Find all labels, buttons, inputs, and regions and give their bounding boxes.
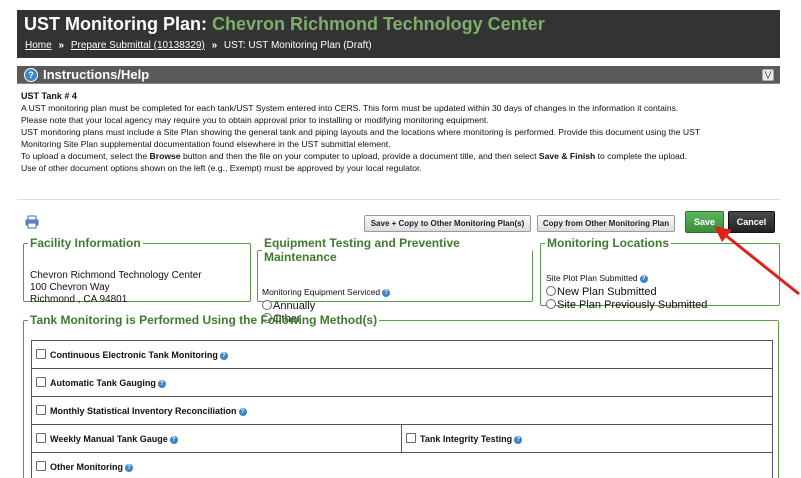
checkbox[interactable]: [36, 461, 46, 471]
method-cell[interactable]: Weekly Manual Tank Gauge?: [31, 424, 402, 453]
method-label: Weekly Manual Tank Gauge: [50, 434, 168, 444]
site-plot-plan-text: Site Plot Plan Submitted: [546, 273, 638, 283]
info-icon[interactable]: ?: [639, 274, 648, 283]
breadcrumb-current: UST: UST Monitoring Plan (Draft): [223, 40, 372, 51]
table-row: Other Monitoring?: [31, 452, 773, 478]
double-chevron-down-icon[interactable]: ⋁: [762, 69, 774, 81]
radio-label: Annually: [273, 300, 316, 312]
help-panel-header[interactable]: ? Instructions/Help ⋁: [17, 66, 780, 84]
help-text-line: Monitoring Site Plan supplemental docume…: [21, 139, 391, 149]
radio-label: Site Plan Previously Submitted: [557, 299, 708, 311]
radio-option-new-plan[interactable]: New Plan Submitted: [546, 286, 657, 298]
help-text-line: To upload a document, select the Browse …: [21, 150, 776, 162]
help-text-fragment: to complete the upload.: [595, 151, 687, 161]
info-icon[interactable]: ?: [382, 288, 391, 297]
help-text-line: UST monitoring plans must include a Site…: [21, 127, 701, 137]
breadcrumb: Home » Prepare Submittal (10138329) » US…: [25, 40, 372, 51]
info-icon[interactable]: ?: [125, 463, 133, 472]
info-icon[interactable]: ?: [157, 379, 166, 388]
table-row: Automatic Tank Gauging?: [31, 368, 773, 397]
checkbox[interactable]: [406, 433, 416, 443]
facility-title: Chevron Richmond Technology Center: [212, 14, 545, 34]
info-icon[interactable]: ?: [219, 351, 228, 360]
breadcrumb-home-link[interactable]: Home: [25, 40, 52, 51]
radio-option-previously-submitted[interactable]: Site Plan Previously Submitted: [546, 299, 707, 311]
method-label: Automatic Tank Gauging: [50, 378, 156, 388]
equipment-serviced-label: Monitoring Equipment Serviced?: [262, 287, 391, 298]
tank-label: UST Tank # 4: [21, 91, 77, 101]
monitoring-plan-form: Save + Copy to Other Monitoring Plan(s) …: [17, 199, 780, 478]
equipment-testing-section: Equipment Testing and Preventive Mainten…: [257, 236, 533, 325]
radio-option-annually[interactable]: Annually: [262, 300, 315, 312]
radio-button[interactable]: [262, 300, 272, 310]
equipment-serviced-text: Monitoring Equipment Serviced: [262, 287, 381, 297]
facility-info-legend: Facility Information: [30, 236, 141, 250]
method-label: Monthly Statistical Inventory Reconcilia…: [50, 406, 237, 416]
radio-button[interactable]: [546, 299, 556, 309]
printer-icon[interactable]: [25, 215, 39, 229]
method-label: Continuous Electronic Tank Monitoring: [50, 350, 218, 360]
help-panel-title: Instructions/Help: [43, 67, 150, 82]
method-cell[interactable]: Continuous Electronic Tank Monitoring?: [31, 340, 773, 369]
save-copy-button[interactable]: Save + Copy to Other Monitoring Plan(s): [364, 215, 531, 232]
method-label: Other Monitoring: [50, 462, 123, 472]
help-text-line: Use of other document options shown on t…: [21, 163, 422, 173]
info-icon[interactable]: ?: [238, 407, 247, 416]
tank-monitoring-methods-legend: Tank Monitoring is Performed Using the F…: [30, 313, 378, 327]
method-cell[interactable]: Other Monitoring?: [31, 452, 773, 478]
checkbox[interactable]: [36, 349, 46, 359]
help-circle-icon: ?: [24, 68, 38, 82]
table-row: Continuous Electronic Tank Monitoring?: [31, 340, 773, 369]
facility-name: Chevron Richmond Technology Center: [30, 270, 202, 281]
breadcrumb-prepare-link[interactable]: Prepare Submittal (10138329): [71, 40, 205, 51]
facility-city: Richmond , CA 94801: [30, 294, 128, 305]
help-text-bold: Save & Finish: [538, 151, 596, 161]
facility-street: 100 Chevron Way: [30, 282, 110, 293]
monitoring-methods-table: Continuous Electronic Tank Monitoring? A…: [31, 340, 773, 478]
info-icon[interactable]: ?: [514, 435, 523, 444]
method-cell[interactable]: Automatic Tank Gauging?: [31, 368, 773, 397]
method-cell[interactable]: Monthly Statistical Inventory Reconcilia…: [31, 396, 773, 425]
checkbox[interactable]: [36, 377, 46, 387]
facility-info-section: Facility Information Chevron Richmond Te…: [23, 236, 251, 305]
page-title: UST Monitoring Plan: Chevron Richmond Te…: [24, 14, 545, 35]
radio-button[interactable]: [546, 286, 556, 296]
method-cell[interactable]: Tank Integrity Testing?: [401, 424, 773, 453]
table-row: Monthly Statistical Inventory Reconcilia…: [31, 396, 773, 425]
help-text-fragment: To upload a document, select the: [21, 151, 150, 161]
checkbox[interactable]: [36, 405, 46, 415]
help-text-bold: Browse: [149, 151, 181, 161]
equipment-testing-legend: Equipment Testing and Preventive Mainten…: [264, 236, 460, 264]
breadcrumb-separator: »: [211, 40, 218, 51]
copy-from-button[interactable]: Copy from Other Monitoring Plan: [537, 215, 675, 232]
help-text-line: Please note that your local agency may r…: [21, 115, 489, 125]
page-header: UST Monitoring Plan: Chevron Richmond Te…: [17, 10, 780, 58]
page-title-prefix: UST Monitoring Plan:: [24, 14, 207, 34]
help-text-fragment: button and then the file on your compute…: [180, 151, 539, 161]
method-label: Tank Integrity Testing: [420, 434, 513, 444]
breadcrumb-separator: »: [58, 40, 65, 51]
help-text-line: A UST monitoring plan must be completed …: [21, 103, 679, 113]
table-row: Weekly Manual Tank Gauge? Tank Integrity…: [31, 424, 773, 453]
site-plot-plan-label: Site Plot Plan Submitted?: [546, 273, 648, 284]
annotation-arrow-icon: [714, 226, 800, 296]
help-panel-body: UST Tank # 4 A UST monitoring plan must …: [17, 84, 780, 186]
info-icon[interactable]: ?: [169, 435, 178, 444]
monitoring-locations-legend: Monitoring Locations: [547, 236, 669, 250]
checkbox[interactable]: [36, 433, 46, 443]
radio-label: New Plan Submitted: [557, 286, 657, 298]
